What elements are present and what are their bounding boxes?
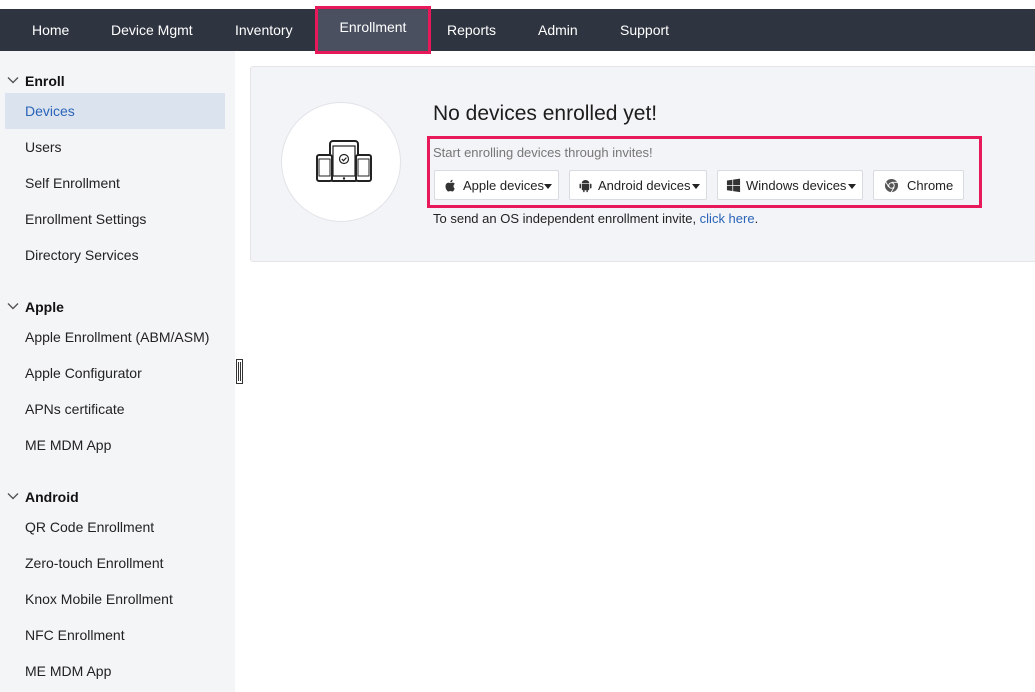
windows-icon (726, 178, 741, 193)
sidebar-item-self-enrollment[interactable]: Self Enrollment (5, 165, 225, 201)
section-title: Enroll (25, 73, 65, 89)
sidebar-item-directory-services[interactable]: Directory Services (5, 237, 225, 273)
section-title: Apple (25, 299, 64, 315)
sidebar-item-apns-certificate[interactable]: APNs certificate (5, 391, 225, 427)
sidebar-item-zero-touch-enrollment[interactable]: Zero-touch Enrollment (5, 545, 225, 581)
nav-reports[interactable]: Reports (447, 9, 496, 51)
empty-state-illustration (281, 102, 401, 222)
sidebar-item-knox-mobile-enrollment[interactable]: Knox Mobile Enrollment (5, 581, 225, 617)
chevron-down-icon (7, 77, 19, 84)
devices-icon (316, 140, 372, 182)
note-suffix: . (754, 211, 759, 226)
apple-icon (445, 179, 455, 192)
chevron-down-icon (848, 184, 856, 189)
sidebar-item-users[interactable]: Users (5, 129, 225, 165)
nav-admin[interactable]: Admin (538, 9, 578, 51)
apple-devices-label: Apple devices (463, 178, 544, 193)
sidebar-item-nfc-enrollment[interactable]: NFC Enrollment (5, 617, 225, 653)
sidebar-item-qr-code-enrollment[interactable]: QR Code Enrollment (5, 509, 225, 545)
android-devices-button[interactable]: Android devices (569, 170, 707, 200)
nav-enrollment[interactable]: Enrollment (315, 6, 431, 54)
nav-home[interactable]: Home (32, 9, 69, 51)
empty-state-subtitle: Start enrolling devices through invites! (433, 145, 653, 160)
section-title: Android (25, 489, 79, 505)
chevron-down-icon (7, 303, 19, 310)
chrome-label: Chrome (907, 178, 954, 193)
sidebar-item-apple-configurator[interactable]: Apple Configurator (5, 355, 225, 391)
sidebar-item-apple-me-mdm-app[interactable]: ME MDM App (5, 427, 225, 463)
windows-devices-button[interactable]: Windows devices (717, 170, 863, 200)
android-devices-label: Android devices (598, 178, 691, 193)
nav-bar: Home Device Mgmt Inventory Enrollment Re… (0, 6, 1035, 54)
sidebar-item-enrollment-settings[interactable]: Enrollment Settings (5, 201, 225, 237)
note-prefix: To send an OS independent enrollment inv… (433, 211, 700, 226)
sidebar-item-android-me-mdm-app[interactable]: ME MDM App (5, 653, 225, 689)
chevron-down-icon (544, 184, 552, 189)
nav-support[interactable]: Support (620, 9, 669, 51)
nav-inventory[interactable]: Inventory (235, 9, 293, 51)
chrome-button[interactable]: Chrome (873, 170, 964, 200)
nav-device-mgmt[interactable]: Device Mgmt (111, 9, 193, 51)
os-independent-invite-note: To send an OS independent enrollment inv… (433, 211, 758, 226)
chevron-down-icon (7, 493, 19, 500)
sidebar: Enroll Devices Users Self Enrollment Enr… (0, 51, 235, 692)
top-navigation: Home Device Mgmt Inventory Enrollment Re… (0, 0, 1035, 54)
android-icon (579, 179, 592, 193)
apple-devices-button[interactable]: Apple devices (434, 170, 559, 200)
chevron-down-icon (692, 184, 700, 189)
click-here-link[interactable]: click here (700, 211, 755, 226)
sidebar-item-apple-enrollment[interactable]: Apple Enrollment (ABM/ASM) (5, 319, 225, 355)
empty-state-title: No devices enrolled yet! (433, 102, 658, 125)
sidebar-item-devices[interactable]: Devices (5, 93, 225, 129)
chrome-icon (884, 178, 899, 193)
windows-devices-label: Windows devices (746, 178, 847, 193)
sidebar-resize-handle[interactable] (236, 359, 243, 384)
